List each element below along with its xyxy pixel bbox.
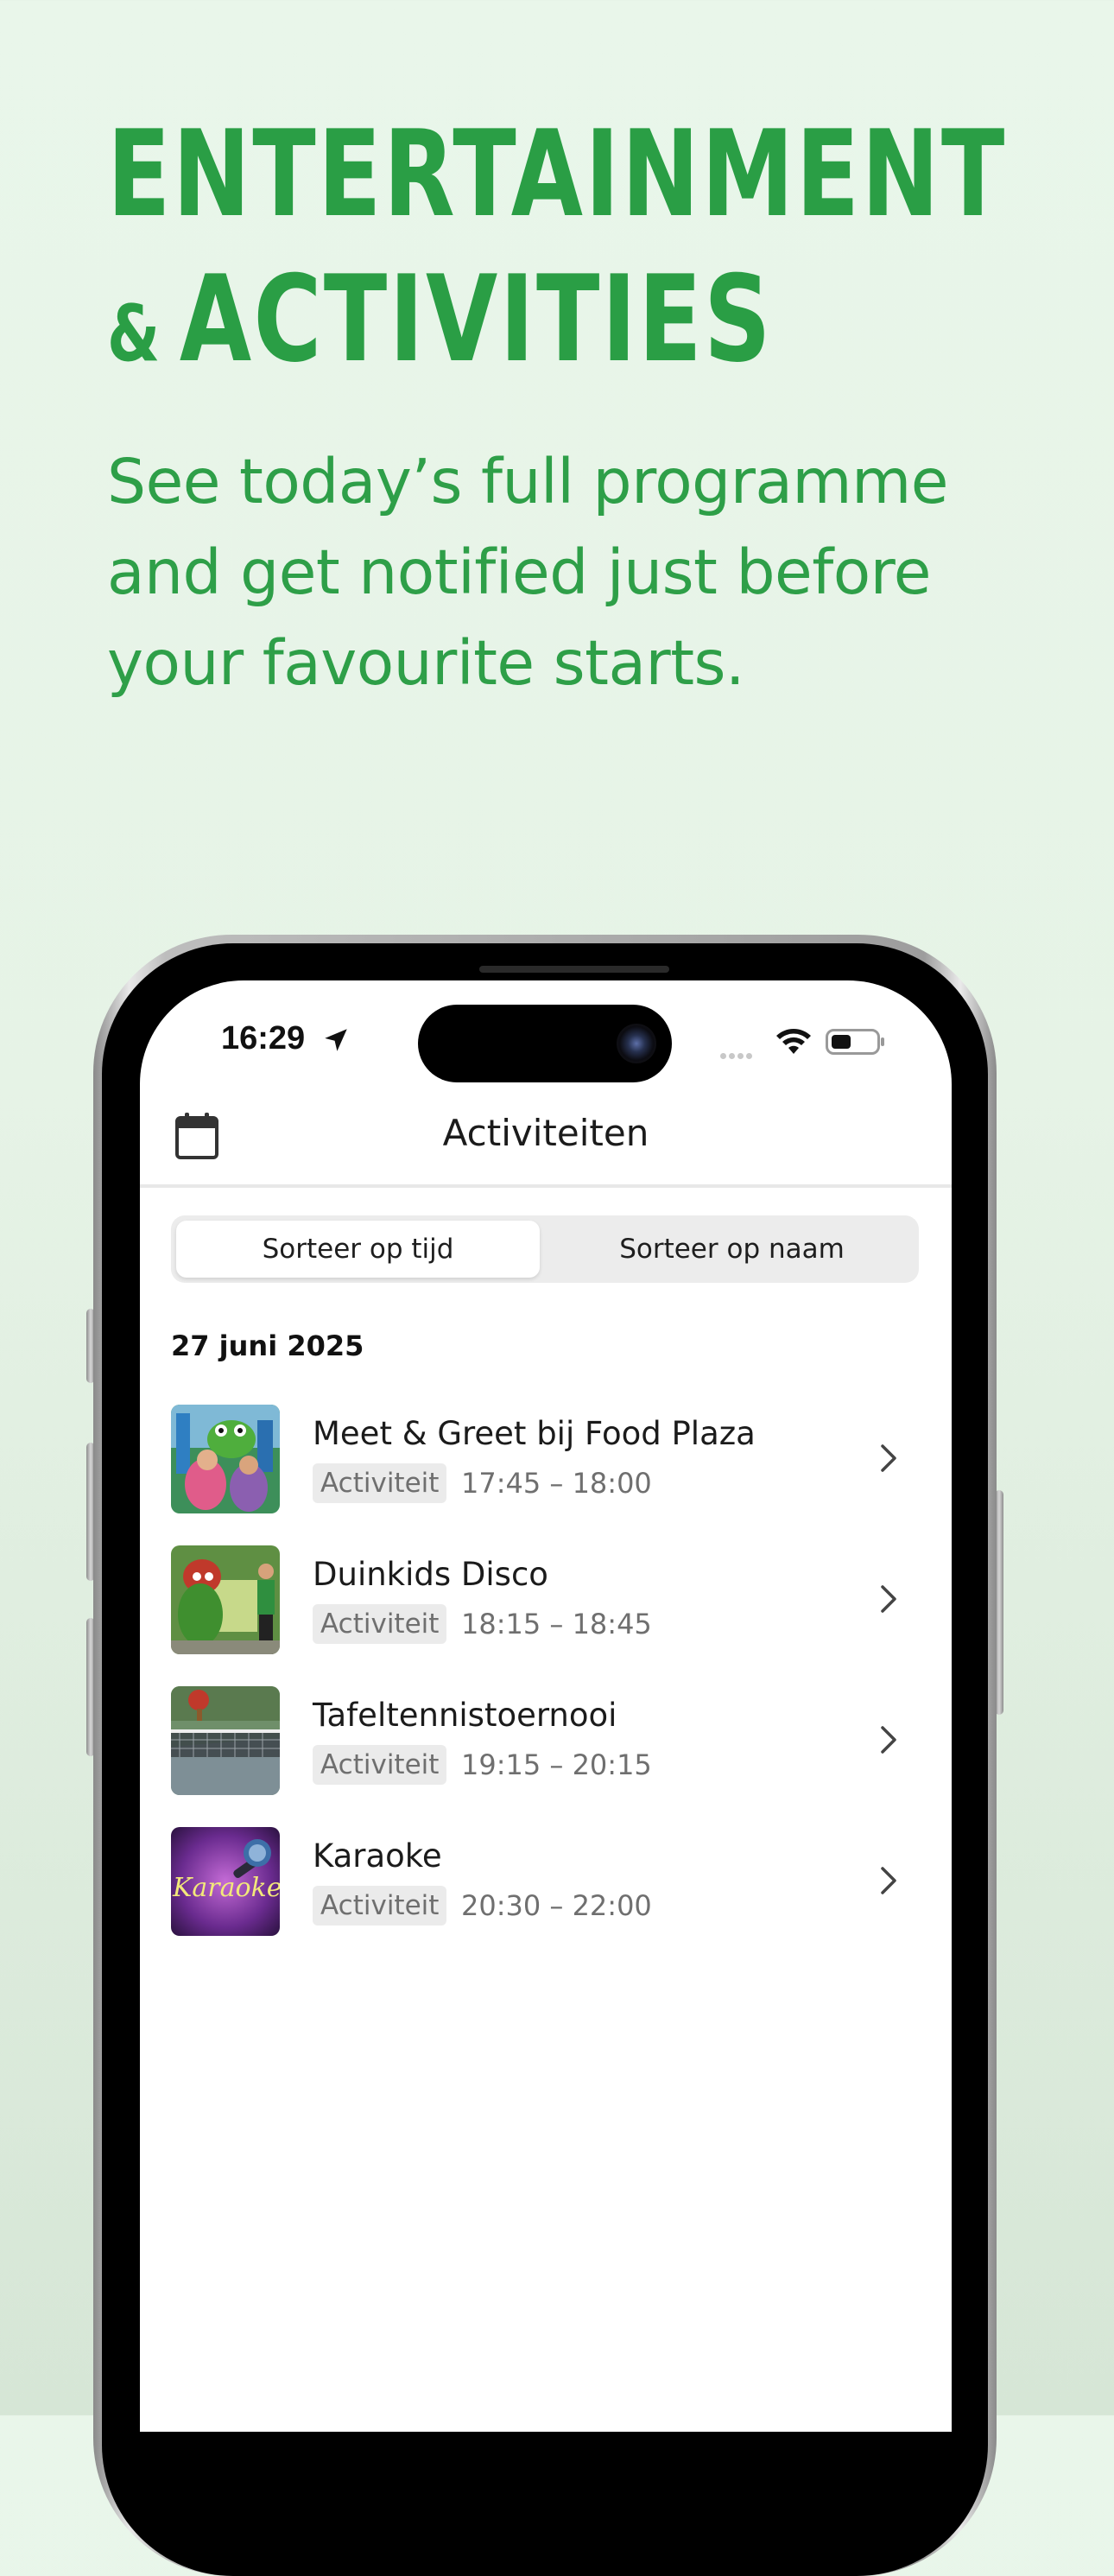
headline-ampersand: & [107, 289, 162, 379]
chevron-right-icon [881, 1444, 896, 1472]
status-time: 16:29 [221, 1020, 306, 1056]
activity-thumbnail: Karaoke [171, 1827, 280, 1936]
headline-activities: ACTIVITIES [179, 250, 773, 389]
sort-by-time-button[interactable]: Sorteer op tijd [176, 1221, 540, 1278]
camera-icon [617, 1024, 656, 1063]
chevron-right-icon [881, 1726, 896, 1754]
activity-row-tafeltennis[interactable]: Tafeltennistoernooi Activiteit 19:15 – 2… [140, 1686, 952, 1795]
activity-thumbnail [171, 1686, 280, 1795]
activity-title: Duinkids Disco [313, 1556, 548, 1593]
activity-time: 20:30 – 22:00 [461, 1889, 652, 1922]
karaoke-thumb-text: Karaoke [172, 1873, 280, 1903]
activity-thumbnail [171, 1405, 280, 1513]
dynamic-island [418, 1005, 672, 1082]
location-arrow-icon [325, 1029, 347, 1051]
activity-category-badge: Activiteit [313, 1886, 447, 1926]
activity-row-karaoke[interactable]: Karaoke Karaoke Activiteit 20:30 – 22:00 [140, 1827, 952, 1936]
chevron-right-icon [881, 1585, 896, 1613]
app-screen: 16:29 Activiteiten Sorteer op tijd Sorte… [140, 980, 952, 2432]
activity-category-badge: Activiteit [313, 1463, 447, 1503]
sort-by-name-button[interactable]: Sorteer op naam [550, 1221, 914, 1278]
promo-subline: See today’s full programme and get notif… [107, 446, 948, 699]
activity-row-duinkids-disco[interactable]: Duinkids Disco Activiteit 18:15 – 18:45 [140, 1545, 952, 1654]
chevron-right-icon [881, 1867, 896, 1894]
activity-time: 18:15 – 18:45 [461, 1608, 652, 1640]
activity-category-badge: Activiteit [313, 1604, 447, 1644]
page-title: Activiteiten [442, 1112, 649, 1154]
date-header: 27 juni 2025 [171, 1329, 364, 1362]
phone-speaker [479, 966, 669, 973]
activity-time: 19:15 – 20:15 [461, 1748, 652, 1781]
status-bar: 16:29 [140, 980, 952, 1101]
activity-title: Tafeltennistoernooi [313, 1697, 617, 1734]
navigation-bar: Activiteiten [140, 1101, 952, 1188]
activity-time: 17:45 – 18:00 [461, 1467, 652, 1500]
activity-title: Meet & Greet bij Food Plaza [313, 1415, 756, 1452]
activity-row-meet-greet[interactable]: Meet & Greet bij Food Plaza Activiteit 1… [140, 1405, 952, 1513]
signal-dots-icon [720, 1046, 755, 1063]
activity-thumbnail [171, 1545, 280, 1654]
activity-category-badge: Activiteit [313, 1745, 447, 1785]
headline-line-1: ENTERTAINMENT [107, 105, 1007, 244]
sort-segmented-control: Sorteer op tijd Sorteer op naam [171, 1215, 919, 1283]
activity-title: Karaoke [313, 1837, 442, 1875]
headline-line-2: & ACTIVITIES [107, 247, 848, 407]
promo-headline: ENTERTAINMENT & ACTIVITIES [107, 102, 1007, 407]
battery-icon [826, 1029, 884, 1055]
wifi-icon [776, 1029, 811, 1054]
